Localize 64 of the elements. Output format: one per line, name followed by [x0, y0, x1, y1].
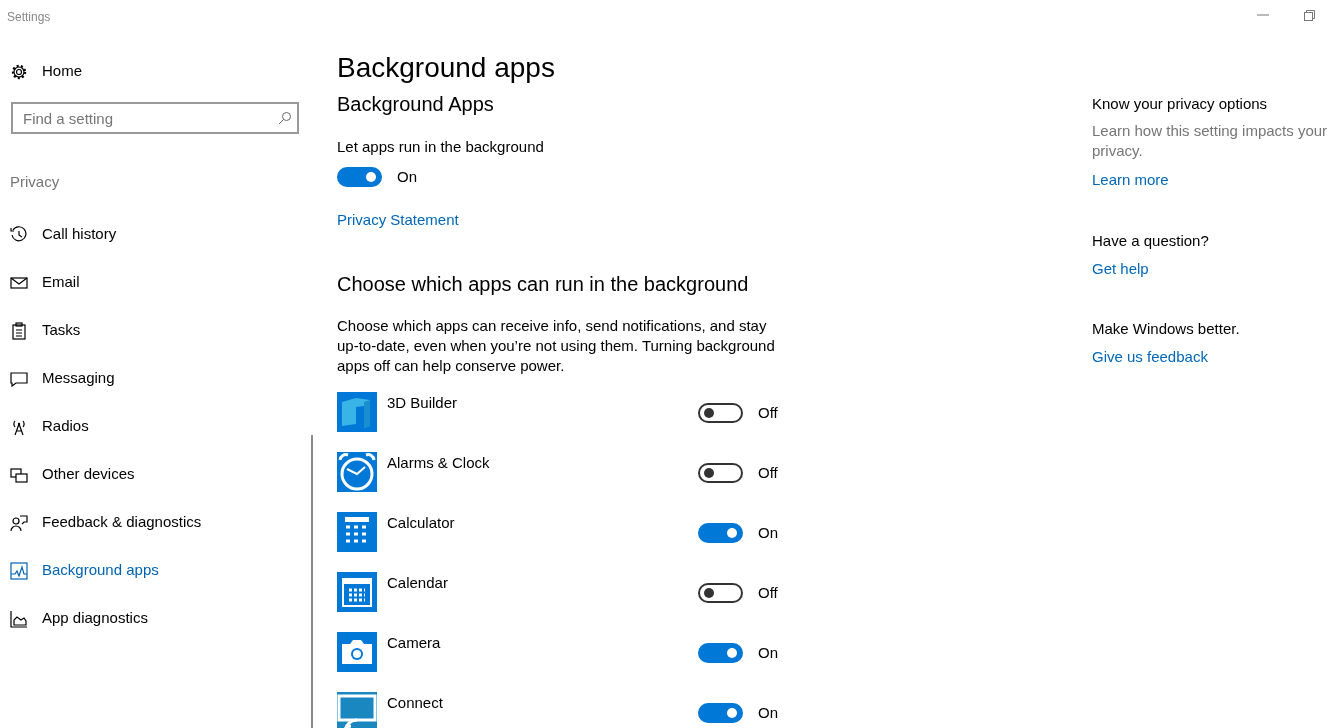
- restore-icon: [1303, 9, 1315, 21]
- person-feedback-icon: [10, 513, 28, 532]
- alarm-clock-icon: [337, 452, 377, 493]
- sidebar-item[interactable]: Feedback & diagnostics: [0, 498, 212, 547]
- app-name: Connect: [386, 693, 444, 714]
- toggle-state: Off: [758, 403, 778, 424]
- sidebar-item[interactable]: Other devices: [0, 450, 145, 499]
- sidebar-item[interactable]: Email: [0, 258, 90, 307]
- toggle-switch[interactable]: [337, 167, 382, 188]
- search-field[interactable]: Find a setting: [11, 102, 299, 134]
- toggle-state: Off: [758, 583, 778, 604]
- aside-heading: Have a question?: [1092, 231, 1210, 250]
- scrollbar[interactable]: [311, 435, 313, 728]
- toggle-switch[interactable]: [698, 463, 743, 484]
- description: Choose which apps can receive info, send notifications, and stay up-to-date, even when you’re not using them. Turning background apps off can help conserve power.: [337, 316, 776, 377]
- sidebar-item[interactable]: Background apps: [0, 546, 169, 595]
- toggle-switch[interactable]: [698, 523, 743, 544]
- help-link[interactable]: Get help: [1092, 259, 1149, 277]
- section-heading: Background Apps: [337, 91, 495, 116]
- toggle-state: On: [758, 523, 778, 544]
- home-button[interactable]: Home: [0, 47, 92, 96]
- sidebar-item[interactable]: Tasks: [0, 306, 91, 355]
- section-heading: Choose which apps can run in the background: [337, 272, 750, 297]
- window-title: Settings: [6, 9, 51, 26]
- search-icon: [278, 111, 292, 125]
- app-name: Calculator: [386, 513, 456, 534]
- app-name: Calendar: [386, 573, 449, 594]
- toggle-state: Off: [758, 463, 778, 484]
- toggle-state: On: [397, 167, 417, 188]
- camera-icon: [337, 632, 377, 673]
- help-link[interactable]: Learn more: [1092, 171, 1169, 188]
- toggle-switch[interactable]: [698, 643, 743, 664]
- aside-heading: Make Windows better.: [1092, 320, 1241, 338]
- activity-chart-icon: [10, 561, 28, 580]
- clipboard-icon: [10, 321, 28, 340]
- area-chart-icon: [10, 609, 28, 628]
- section-label: Privacy: [9, 172, 61, 192]
- app-name: 3D Builder: [386, 393, 459, 414]
- sidebar-item[interactable]: Call history: [0, 210, 127, 259]
- sidebar-item[interactable]: Messaging: [0, 354, 125, 403]
- toggle-switch[interactable]: [698, 583, 743, 604]
- devices-icon: [10, 465, 28, 484]
- cast-screen-icon: [337, 692, 377, 728]
- sidebar-item[interactable]: Radios: [0, 402, 99, 451]
- toggle-state: On: [758, 643, 778, 664]
- calendar-icon: [337, 572, 377, 613]
- privacy-link[interactable]: Privacy Statement: [337, 208, 459, 232]
- toggle-switch[interactable]: [698, 403, 743, 424]
- settings-icon: [10, 62, 28, 81]
- sidebar-item[interactable]: App diagnostics: [0, 594, 158, 643]
- cube-icon: [337, 392, 377, 433]
- toggle-state: On: [758, 703, 778, 724]
- clock-icon: [10, 225, 28, 244]
- aside-heading: Know your privacy options: [1092, 95, 1269, 113]
- help-link[interactable]: Give us feedback: [1092, 348, 1208, 365]
- app-name: Camera: [386, 633, 442, 654]
- page-title: Background apps: [337, 51, 556, 85]
- calculator-icon: [337, 512, 377, 553]
- app-name: Alarms & Clock: [386, 453, 491, 474]
- help-text: Learn how this setting impacts your privacy.: [1092, 121, 1329, 161]
- toggle-switch[interactable]: [698, 703, 743, 724]
- minimize-icon: [1257, 14, 1269, 16]
- speech-bubble-icon: [10, 369, 28, 388]
- setting-label: Let apps run in the background: [337, 136, 545, 157]
